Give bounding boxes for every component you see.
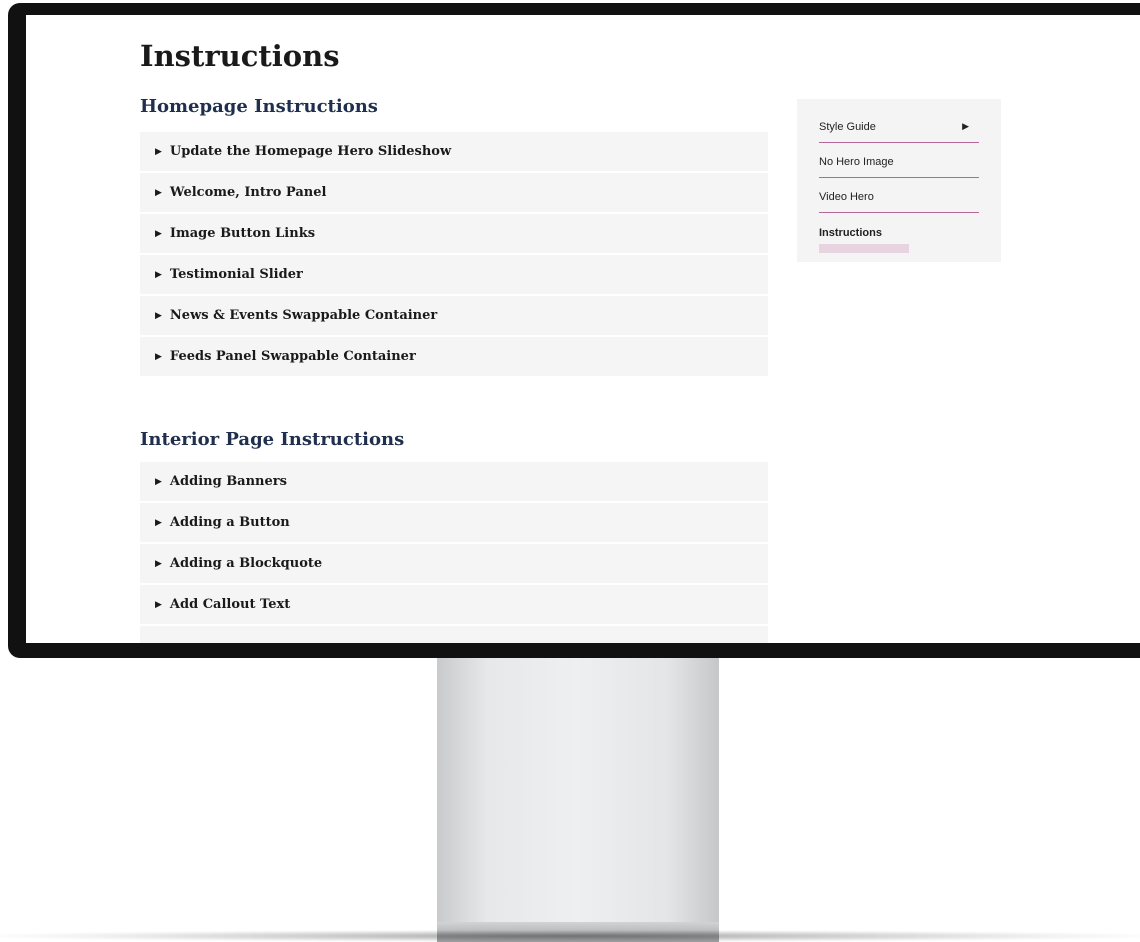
triangle-right-icon[interactable]: ▶ xyxy=(962,121,969,132)
accordion-item[interactable]: ▶ Welcome, Intro Panel xyxy=(140,173,768,214)
accordion-item[interactable]: ▶ Testimonial Slider xyxy=(140,255,768,296)
triangle-right-icon: ▶ xyxy=(155,599,162,610)
triangle-right-icon: ▶ xyxy=(155,228,162,239)
triangle-right-icon: ▶ xyxy=(155,476,162,487)
divider xyxy=(819,177,979,178)
sidebar-item-no-hero-image[interactable]: No Hero Image xyxy=(819,156,979,178)
triangle-right-icon: ▶ xyxy=(155,351,162,362)
homepage-instructions-heading: Homepage Instructions xyxy=(140,96,378,117)
homepage-accordion: ▶ Update the Homepage Hero Slideshow ▶ Wel… xyxy=(140,132,768,378)
accordion-item-label: Update the Homepage Hero Slideshow xyxy=(169,144,452,159)
accordion-item[interactable]: ▶ Adding a Button xyxy=(140,503,768,544)
floor-shadow xyxy=(0,930,1140,942)
sidebar-nav: Style Guide ▶ No Hero Image Video Hero I… xyxy=(797,99,1001,262)
monitor-bezel: Instructions Homepage Instructions ▶ Upda… xyxy=(8,3,1140,658)
accordion-item[interactable] xyxy=(140,626,768,643)
accordion-item[interactable]: ▶ Update the Homepage Hero Slideshow xyxy=(140,132,768,173)
interior-accordion: ▶ Adding Banners ▶ Adding a Button ▶ Adding… xyxy=(140,462,768,643)
sidebar-item-style-guide[interactable]: Style Guide ▶ xyxy=(819,121,979,143)
monitor-screen: Instructions Homepage Instructions ▶ Upda… xyxy=(26,15,1140,643)
triangle-right-icon: ▶ xyxy=(155,517,162,528)
page-title: Instructions xyxy=(140,39,340,73)
accordion-item-label: Adding a Button xyxy=(169,515,290,530)
accordion-item-label: Add Callout Text xyxy=(169,597,291,612)
accordion-item[interactable]: ▶ Adding a Blockquote xyxy=(140,544,768,585)
triangle-right-icon: ▶ xyxy=(155,310,162,321)
accordion-item-label: News & Events Swappable Container xyxy=(169,308,438,323)
accordion-item[interactable]: ▶ News & Events Swappable Container xyxy=(140,296,768,337)
accordion-item-label: Image Button Links xyxy=(169,226,316,241)
accordion-item-label: Adding Banners xyxy=(169,474,287,489)
sidebar-item-video-hero[interactable]: Video Hero xyxy=(819,191,979,213)
active-indicator xyxy=(819,244,909,253)
sidebar-item-instructions[interactable]: Instructions xyxy=(819,227,979,253)
accordion-item-label: Adding a Blockquote xyxy=(169,556,323,571)
sidebar-item-label: Video Hero xyxy=(819,191,874,203)
triangle-right-icon: ▶ xyxy=(155,269,162,280)
triangle-right-icon: ▶ xyxy=(155,146,162,157)
accordion-item[interactable]: ▶ Adding Banners xyxy=(140,462,768,503)
sidebar-item-label: No Hero Image xyxy=(819,156,894,168)
accordion-item[interactable]: ▶ Add Callout Text xyxy=(140,585,768,626)
accordion-item-label: Welcome, Intro Panel xyxy=(169,185,327,200)
divider xyxy=(819,212,979,213)
accordion-item[interactable]: ▶ Image Button Links xyxy=(140,214,768,255)
sidebar-item-label: Style Guide xyxy=(819,121,876,133)
accordion-item-label: Feeds Panel Swappable Container xyxy=(169,349,416,364)
divider xyxy=(819,142,979,143)
triangle-right-icon: ▶ xyxy=(155,187,162,198)
accordion-item-label: Testimonial Slider xyxy=(169,267,303,282)
triangle-right-icon: ▶ xyxy=(155,558,162,569)
accordion-item[interactable]: ▶ Feeds Panel Swappable Container xyxy=(140,337,768,378)
monitor-stand xyxy=(437,658,719,934)
interior-instructions-heading: Interior Page Instructions xyxy=(140,429,405,450)
sidebar-item-label: Instructions xyxy=(819,227,882,239)
